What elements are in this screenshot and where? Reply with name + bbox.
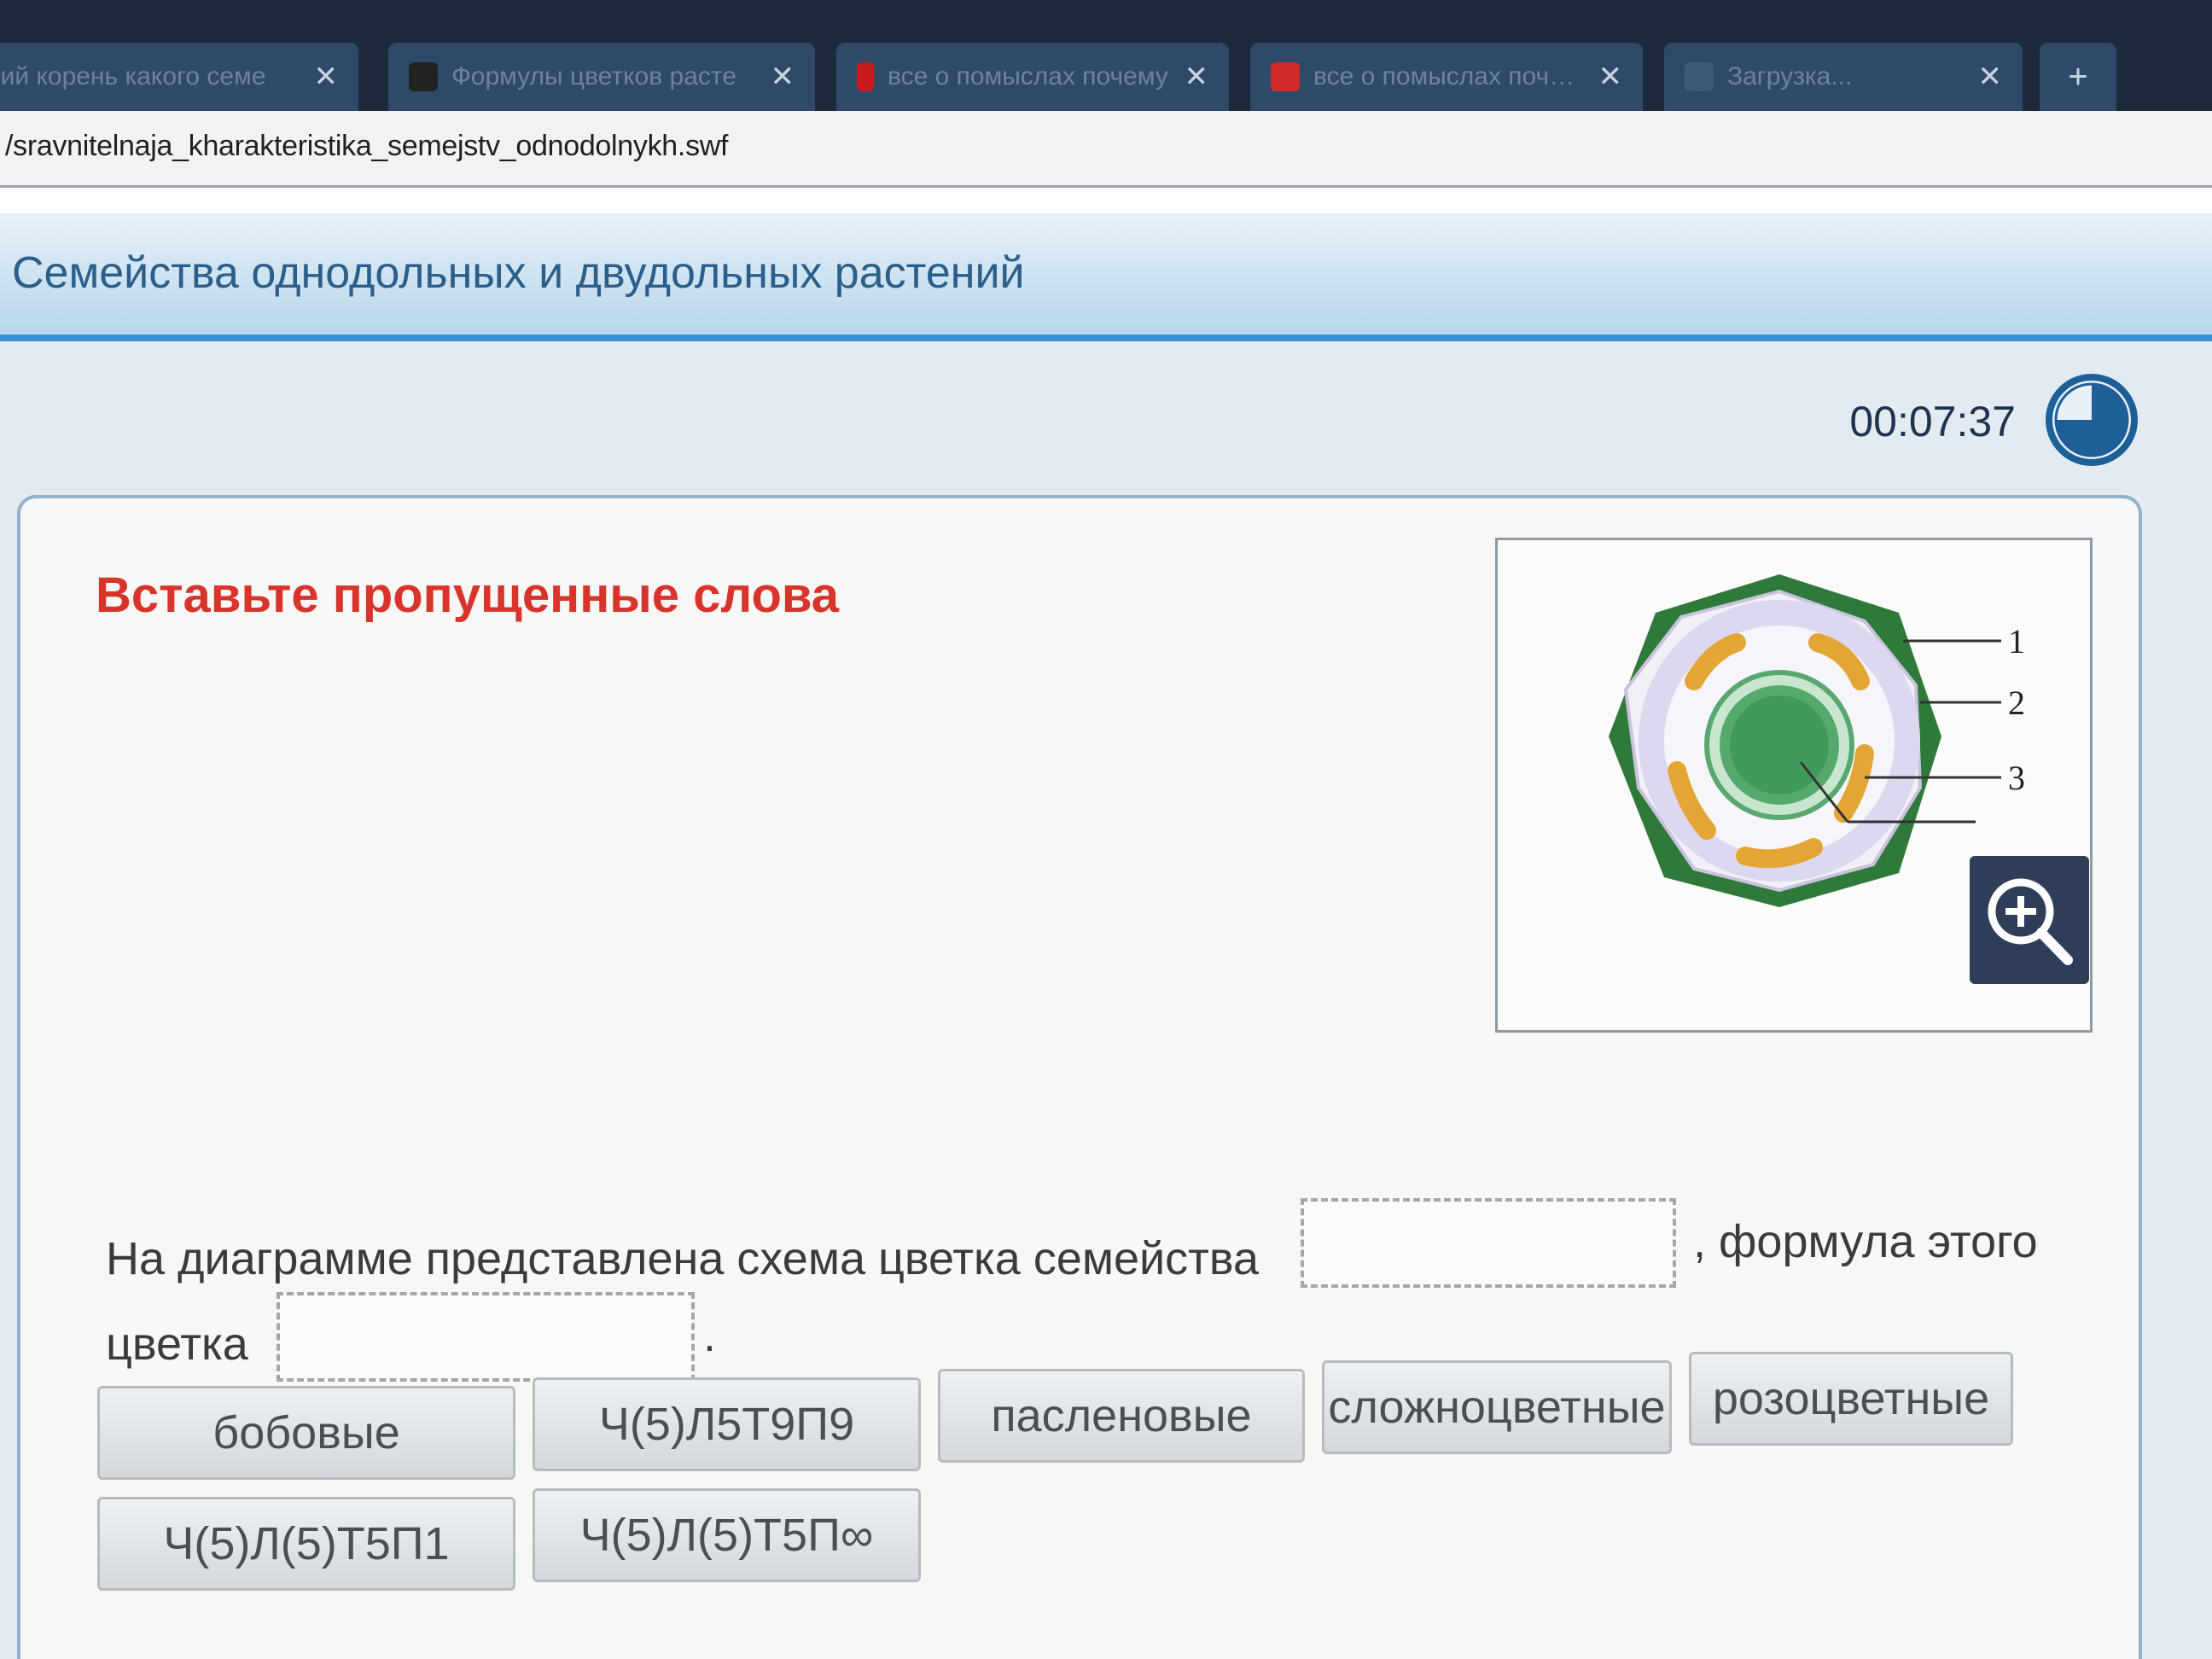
browser-tab-bar: ний корень какого семе ✕ Формулы цветков… — [0, 0, 2212, 111]
browser-tab[interactable]: все о помыслах почему ✕ — [1250, 43, 1643, 111]
tab-label: все о помыслах почему — [888, 62, 1168, 90]
game-icon — [1271, 62, 1300, 91]
flower-diagram: 1 2 3 — [1495, 538, 2093, 1033]
close-icon[interactable]: ✕ — [771, 60, 795, 94]
close-icon[interactable]: ✕ — [1598, 60, 1623, 94]
page: Семейства однодольных и двудольных расте… — [0, 188, 2212, 1659]
browser-tab[interactable]: Загрузка... ✕ — [1664, 43, 2023, 111]
new-tab-button[interactable]: + — [2040, 43, 2116, 111]
diagram-label-3: 3 — [2008, 759, 2025, 797]
tab-label: Загрузка... — [1727, 62, 1853, 90]
page-header: Семейства однодольных и двудольных расте… — [0, 213, 2212, 341]
close-icon[interactable]: ✕ — [1978, 60, 2003, 94]
answer-chip[interactable]: пасленовые — [938, 1369, 1305, 1463]
zoom-button[interactable] — [1970, 856, 2089, 984]
sentence-text: цветка — [106, 1318, 248, 1370]
browser-tab[interactable]: все о помыслах почему ✕ — [836, 43, 1229, 111]
answer-chip[interactable]: розоцветные — [1689, 1352, 2013, 1446]
page-title: Семейства однодольных и двудольных расте… — [12, 248, 1025, 298]
plus-icon: + — [2068, 57, 2088, 96]
answer-chip[interactable]: Ч(5)Л(5)Т5П1 — [97, 1497, 515, 1591]
page-icon — [409, 62, 438, 91]
answer-chip[interactable]: бобовые — [97, 1386, 515, 1480]
close-icon[interactable]: ✕ — [1185, 60, 1209, 94]
answer-chip[interactable]: сложноцветные — [1322, 1360, 1672, 1454]
sentence-text: На диаграмме представлена схема цветка с… — [106, 1233, 1260, 1284]
diagram-label-1: 1 — [2008, 622, 2025, 661]
task-title: Вставьте пропущенные слова — [96, 568, 840, 623]
close-icon[interactable]: ✕ — [314, 60, 339, 94]
clock-icon — [2046, 374, 2138, 466]
answer-chip[interactable]: Ч(5)Л5Т9П9 — [533, 1377, 921, 1471]
timer-text: 00:07:37 — [1849, 398, 2016, 445]
diagram-label-2: 2 — [2008, 684, 2025, 722]
browser-tab[interactable]: ний корень какого семе ✕ — [0, 43, 358, 111]
tab-label: Формулы цветков расте — [451, 62, 736, 90]
browser-tab[interactable]: Формулы цветков расте ✕ — [388, 43, 815, 111]
document-icon — [1685, 62, 1714, 91]
tab-label: ний корень какого семе — [0, 62, 266, 90]
address-bar[interactable]: /sravnitelnaja_kharakteristika_semejstv_… — [0, 111, 2212, 188]
blank-formula[interactable] — [276, 1292, 695, 1382]
blank-family[interactable] — [1301, 1198, 1676, 1288]
task-card: Вставьте пропущенные слова 1 2 3 На диаг… — [17, 495, 2142, 1659]
tab-label: все о помыслах почему — [1313, 62, 1586, 90]
url-text: /sravnitelnaja_kharakteristika_semejstv_… — [5, 130, 729, 162]
bookmark-icon — [857, 62, 874, 91]
sentence-text: , формула этого — [1693, 1216, 2038, 1267]
answer-chip[interactable]: Ч(5)Л(5)Т5П∞ — [533, 1488, 921, 1582]
zoom-in-icon — [1988, 878, 2073, 965]
page-top-strip — [0, 188, 2212, 213]
screen: ний корень какого семе ✕ Формулы цветков… — [0, 0, 2212, 1659]
sentence-period: . — [703, 1310, 717, 1361]
